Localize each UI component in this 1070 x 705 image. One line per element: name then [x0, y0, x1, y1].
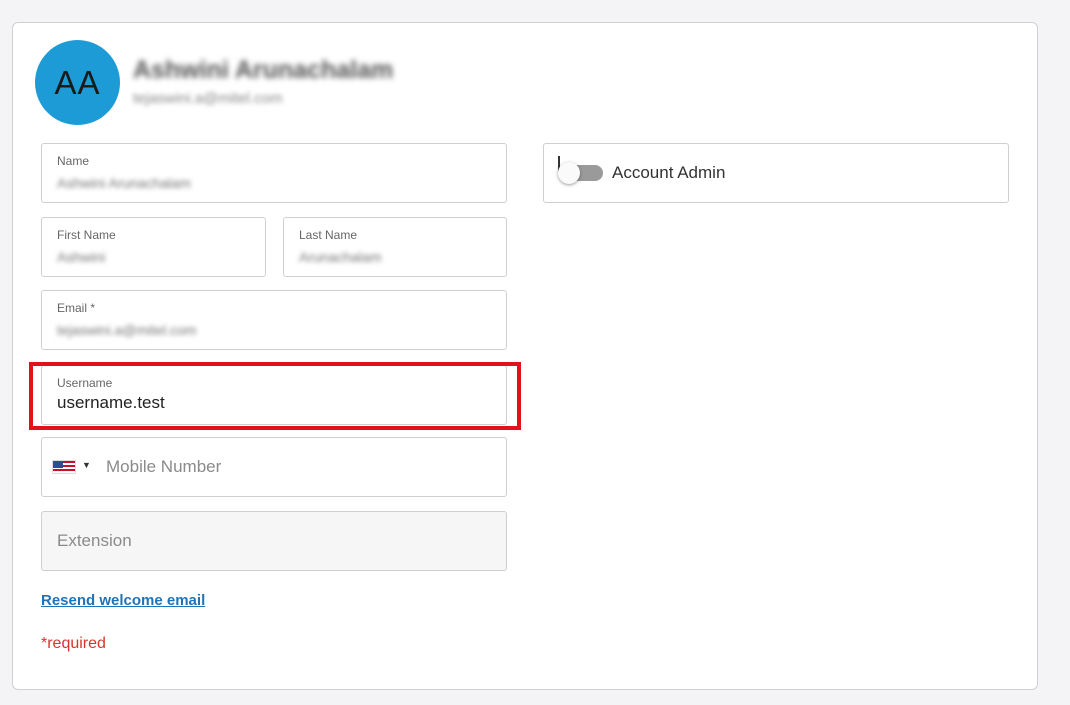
account-admin-label: Account Admin: [612, 163, 726, 182]
first-name-label: First Name: [57, 228, 116, 242]
account-admin-toggle[interactable]: [558, 162, 603, 184]
account-admin-container: Account Admin: [543, 143, 1009, 203]
last-name-label: Last Name: [299, 228, 358, 242]
user-profile-card: [12, 22, 1038, 690]
first-name-value: Ashwini: [57, 249, 106, 265]
last-name-field[interactable]: Last Name Arunachalam: [283, 217, 507, 277]
first-name-field[interactable]: First Name Ashwini: [41, 217, 266, 277]
required-note: *required: [41, 635, 106, 652]
name-value: Ashwini Arunachalam: [57, 175, 191, 191]
name-label: Name: [57, 154, 90, 168]
last-name-value: Arunachalam: [299, 249, 382, 265]
us-flag-icon[interactable]: [52, 460, 76, 474]
email-label: Email *: [57, 301, 96, 315]
name-field[interactable]: Name Ashwini Arunachalam: [41, 143, 507, 203]
profile-email: tejaswini.a@mitel.com: [133, 90, 283, 107]
avatar: AA: [35, 40, 120, 125]
extension-field[interactable]: Extension: [41, 511, 507, 571]
username-highlight-box: [29, 362, 521, 430]
extension-placeholder: Extension: [57, 531, 132, 550]
mobile-number-placeholder: Mobile Number: [106, 457, 222, 476]
email-field[interactable]: Email * tejaswini.a@mitel.com: [41, 290, 507, 350]
avatar-initials: AA: [54, 63, 101, 101]
caret-down-icon[interactable]: ▼: [82, 460, 91, 470]
profile-name: Ashwini Arunachalam: [133, 56, 394, 84]
email-value: tejaswini.a@mitel.com: [57, 322, 197, 338]
resend-welcome-email-link[interactable]: Resend welcome email: [41, 592, 205, 609]
mobile-number-field[interactable]: ▼ Mobile Number: [41, 437, 507, 497]
toggle-knob: [558, 162, 580, 184]
